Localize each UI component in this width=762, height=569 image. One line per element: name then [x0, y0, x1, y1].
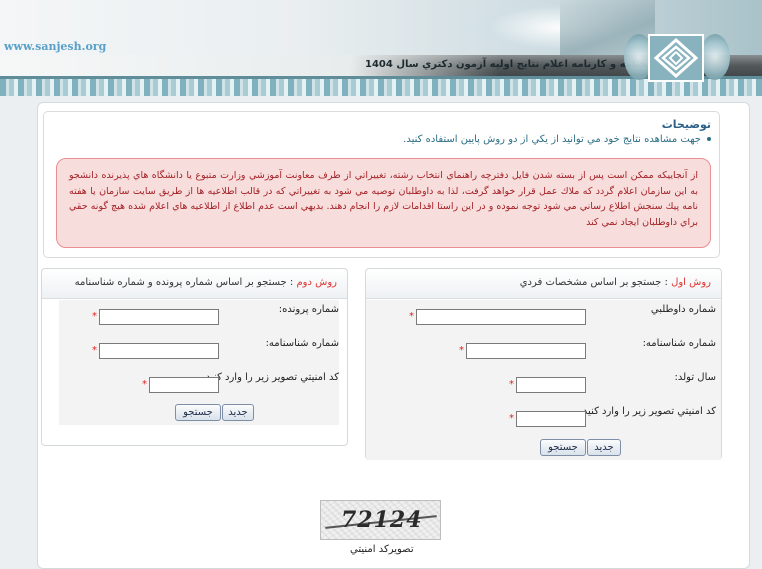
captcha-code: 72124 — [341, 507, 423, 533]
method2-id-number-field[interactable] — [99, 343, 219, 359]
applicant-number-label: شماره داوطلبي — [650, 304, 716, 315]
site-url-link[interactable]: www.sanjesh.org — [4, 40, 106, 53]
description-box: توضيحات جهت مشاهده نتايج خود مي توانيد ا… — [43, 111, 720, 258]
method2-id-number-label: شماره شناسنامه: — [265, 338, 339, 349]
method1-id-number-label: شماره شناسنامه: — [642, 338, 716, 349]
logo-ornament-right — [700, 34, 730, 80]
captcha-caption: تصويركد امنيتي — [350, 544, 414, 555]
method1-header: روش اول : جستجو بر اساس مشخصات فردي — [366, 269, 721, 299]
method1-captcha-required: * — [509, 413, 514, 424]
description-bullet: جهت مشاهده نتايج خود مي توانيد از يكي از… — [403, 134, 711, 145]
method1-captcha-label: كد امنيتي تصوير زير را وارد كنيد — [582, 406, 716, 417]
description-bullet-text: جهت مشاهده نتايج خود مي توانيد از يكي از… — [403, 134, 701, 145]
file-number-label: شماره پرونده: — [278, 304, 339, 315]
method1-heading: جستجو بر اساس مشخصات فردي — [519, 277, 662, 288]
method1-form: شماره داوطلبي * شماره شناسنامه: * سال تو… — [366, 300, 721, 460]
method2-form: شماره پرونده: * شماره شناسنامه: * كد امن… — [59, 300, 339, 425]
method1-id-number-field[interactable] — [466, 343, 586, 359]
method2-label: روش دوم — [296, 277, 337, 288]
captcha-image: 72124 — [320, 500, 441, 540]
method1-id-number-required: * — [459, 345, 464, 356]
logo-emblem-icon — [654, 38, 698, 78]
birth-year-field[interactable] — [516, 377, 586, 393]
method2-header: روش دوم : جستجو بر اساس شماره پرونده و ش… — [42, 269, 347, 299]
method1-search-button[interactable]: جستجو — [540, 439, 586, 456]
method2-panel: روش دوم : جستجو بر اساس شماره پرونده و ش… — [41, 268, 348, 446]
file-number-field[interactable] — [99, 309, 219, 325]
method2-id-number-required: * — [92, 345, 97, 356]
description-title: توضيحات — [661, 118, 711, 131]
method2-captcha-required: * — [142, 379, 147, 390]
bullet-icon — [707, 137, 711, 141]
method2-new-button[interactable]: جديد — [222, 404, 254, 421]
method1-panel: روش اول : جستجو بر اساس مشخصات فردي شمار… — [365, 268, 722, 460]
method2-captcha-label: كد امنيتي تصوير زير را وارد كنيد — [205, 372, 339, 383]
method1-new-button[interactable]: جديد — [587, 439, 621, 456]
method2-separator: : — [286, 277, 297, 288]
method2-captcha-field[interactable] — [149, 377, 219, 393]
method2-search-button[interactable]: جستجو — [175, 404, 221, 421]
notice-box: از آنجاييكه ممکن است پس از بسته شدن فايل… — [56, 158, 711, 248]
sanjesh-logo-icon — [648, 34, 704, 82]
main-content: توضيحات جهت مشاهده نتايج خود مي توانيد ا… — [37, 102, 750, 569]
method1-captcha-field[interactable] — [516, 411, 586, 427]
birth-year-required: * — [509, 379, 514, 390]
file-number-required: * — [92, 311, 97, 322]
method1-label: روش اول — [671, 277, 711, 288]
applicant-number-required: * — [409, 311, 414, 322]
site-header: www.sanjesh.org پاسخنامه و کارنامه اعلام… — [0, 0, 762, 96]
header-title: پاسخنامه و کارنامه اعلام نتايج اوليه آزم… — [365, 59, 665, 70]
method2-heading: جستجو بر اساس شماره پرونده و شماره شناسن… — [74, 277, 287, 288]
method1-separator: : — [661, 277, 672, 288]
birth-year-label: سال تولد: — [674, 372, 716, 383]
applicant-number-field[interactable] — [416, 309, 586, 325]
